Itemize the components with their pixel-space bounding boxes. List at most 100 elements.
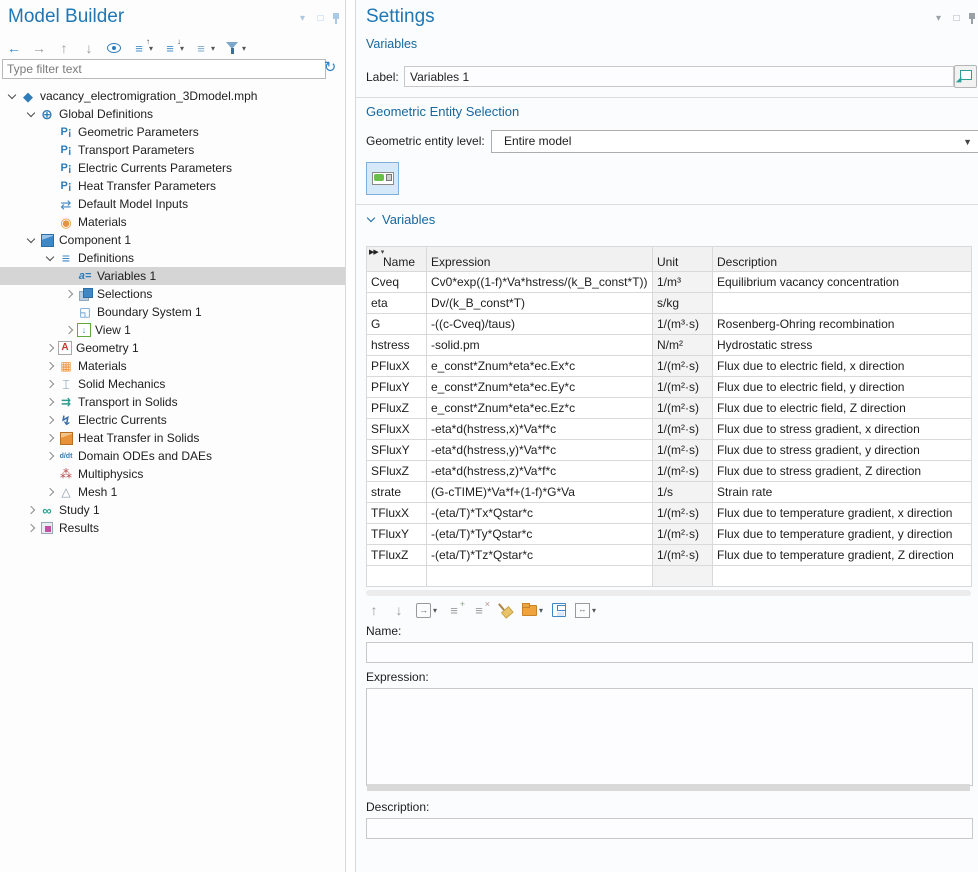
collapse-all-button[interactable]: ≡▾	[131, 40, 153, 56]
cell-name[interactable]: SFluxZ	[367, 461, 427, 482]
cell-expression[interactable]: (G-cTIME)*Va*f+(1-f)*G*Va	[427, 482, 653, 503]
tree-item-component-1[interactable]: Component 1	[0, 231, 345, 249]
column-header-expression[interactable]: Expression	[427, 247, 653, 272]
refresh-icon[interactable]: ↻	[321, 58, 339, 76]
chevron-expanded-icon[interactable]	[25, 234, 38, 247]
chevron-collapsed-icon[interactable]	[44, 396, 57, 409]
cell-unit[interactable]: 1/(m²·s)	[653, 524, 713, 545]
cell-expression[interactable]: -(eta/T)*Tx*Qstar*c	[427, 503, 653, 524]
cell-description[interactable]: Flux due to temperature gradient, x dire…	[713, 503, 972, 524]
tree-item-selections[interactable]: Selections	[0, 285, 345, 303]
cell-description[interactable]: Equilibrium vacancy concentration	[713, 272, 972, 293]
move-down-button[interactable]: ↓	[81, 40, 97, 56]
tree-item-heat-transfer-parameters[interactable]: P¡Heat Transfer Parameters	[0, 177, 345, 195]
chevron-collapsed-icon[interactable]	[25, 522, 38, 535]
cell-unit[interactable]: 1/(m³·s)	[653, 314, 713, 335]
dropdown-caret-icon[interactable]: ▾	[539, 606, 543, 615]
cell-expression[interactable]: -(eta/T)*Ty*Qstar*c	[427, 524, 653, 545]
cell-name[interactable]: TFluxY	[367, 524, 427, 545]
cell-description[interactable]: Flux due to temperature gradient, y dire…	[713, 524, 972, 545]
cell-unit[interactable]: 1/s	[653, 482, 713, 503]
cell-name[interactable]: SFluxX	[367, 419, 427, 440]
chevron-expanded-icon[interactable]	[25, 108, 38, 121]
expression-horizontal-scrollbar[interactable]	[367, 784, 970, 791]
cell-unit[interactable]: 1/(m²·s)	[653, 461, 713, 482]
float-panel-icon[interactable]: □	[949, 11, 964, 25]
dropdown-caret-icon[interactable]: ▾	[211, 44, 215, 53]
cell-unit[interactable]: 1/(m²·s)	[653, 440, 713, 461]
tree-item-transport-in-solids[interactable]: ⇉Transport in Solids	[0, 393, 345, 411]
chevron-collapsed-icon[interactable]	[44, 342, 57, 355]
panel-menu-caret-icon[interactable]: ▾	[931, 11, 946, 25]
variables-section-header[interactable]: Variables	[366, 212, 435, 227]
chevron-collapsed-icon[interactable]	[63, 288, 76, 301]
forward-button[interactable]: →	[31, 40, 47, 56]
tree-filter-input[interactable]	[2, 59, 326, 79]
label-input[interactable]	[404, 66, 954, 87]
tree-item-materials[interactable]: ▦Materials	[0, 357, 345, 375]
tree-item-study-1[interactable]: ∞Study 1	[0, 501, 345, 519]
cell-expression[interactable]: -eta*d(hstress,y)*Va*f*c	[427, 440, 653, 461]
chevron-collapsed-icon[interactable]	[44, 414, 57, 427]
cell-expression[interactable]: -eta*d(hstress,x)*Va*f*c	[427, 419, 653, 440]
dropdown-caret-icon[interactable]: ▾	[242, 44, 246, 53]
cell-unit[interactable]: 1/(m²·s)	[653, 503, 713, 524]
cell-expression[interactable]: Cv0*exp((1-f)*Va*hstress/(k_B_const*T))	[427, 272, 653, 293]
tree-item-multiphysics[interactable]: ⁂Multiphysics	[0, 465, 345, 483]
float-panel-icon[interactable]: □	[313, 11, 328, 25]
cell-description[interactable]: Flux due to stress gradient, x direction	[713, 419, 972, 440]
cell-name[interactable]: PFluxX	[367, 356, 427, 377]
cell-name[interactable]: PFluxY	[367, 377, 427, 398]
show-button[interactable]	[106, 40, 122, 56]
table-horizontal-scrollbar[interactable]	[366, 590, 971, 596]
cell-description[interactable]	[713, 566, 972, 587]
cell-unit[interactable]: N/m²	[653, 335, 713, 356]
column-header-name[interactable]: ▶▶▾Name	[367, 247, 427, 272]
table-settings-button[interactable]: ↔▾	[575, 603, 596, 618]
cell-description[interactable]: Flux due to stress gradient, Z direction	[713, 461, 972, 482]
tree-item-default-model-inputs[interactable]: ⇄Default Model Inputs	[0, 195, 345, 213]
node-text-button[interactable]: ≡▾	[193, 40, 215, 56]
expression-textarea[interactable]	[366, 688, 973, 786]
cell-unit[interactable]: s/kg	[653, 293, 713, 314]
cell-name[interactable]: TFluxX	[367, 503, 427, 524]
cell-expression[interactable]	[427, 566, 653, 587]
cell-name[interactable]: hstress	[367, 335, 427, 356]
chevron-collapsed-icon[interactable]	[44, 486, 57, 499]
cell-expression[interactable]: -(eta/T)*Tz*Qstar*c	[427, 545, 653, 566]
cell-description[interactable]: Flux due to temperature gradient, Z dire…	[713, 545, 972, 566]
chevron-collapsed-icon[interactable]	[44, 450, 57, 463]
cell-description[interactable]: Flux due to stress gradient, y direction	[713, 440, 972, 461]
cell-expression[interactable]: -solid.pm	[427, 335, 653, 356]
tree-item-materials[interactable]: ◉Materials	[0, 213, 345, 231]
cell-description[interactable]: Flux due to electric field, y direction	[713, 377, 972, 398]
active-selection-toggle-button[interactable]	[366, 162, 399, 195]
cell-description[interactable]: Strain rate	[713, 482, 972, 503]
geometric-entity-selection-header[interactable]: Geometric Entity Selection	[366, 104, 519, 119]
pin-panel-icon[interactable]	[331, 12, 341, 25]
cell-unit[interactable]: 1/m³	[653, 272, 713, 293]
cell-unit[interactable]: 1/(m²·s)	[653, 398, 713, 419]
cell-expression[interactable]: Dv/(k_B_const*T)	[427, 293, 653, 314]
cell-name[interactable]	[367, 566, 427, 587]
tmove-up-button[interactable]: ↑	[366, 602, 382, 618]
cell-expression[interactable]: -eta*d(hstress,z)*Va*f*c	[427, 461, 653, 482]
cell-name[interactable]: Cveq	[367, 272, 427, 293]
geometric-entity-level-select[interactable]: Entire model ▼	[491, 130, 978, 153]
cell-name[interactable]: TFluxZ	[367, 545, 427, 566]
chevron-expanded-icon[interactable]	[44, 252, 57, 265]
description-input[interactable]	[366, 818, 973, 839]
delete-row-button[interactable]: ≡	[471, 602, 487, 618]
cell-unit[interactable]	[653, 566, 713, 587]
settings-subtitle[interactable]: Variables	[366, 37, 417, 51]
chevron-collapsed-icon[interactable]	[44, 360, 57, 373]
cell-name[interactable]: PFluxZ	[367, 398, 427, 419]
cell-description[interactable]: Flux due to electric field, x direction	[713, 356, 972, 377]
cell-description[interactable]: Rosenberg-Ohring recombination	[713, 314, 972, 335]
tree-item-mesh-1[interactable]: △Mesh 1	[0, 483, 345, 501]
tree-item-definitions[interactable]: ≡Definitions	[0, 249, 345, 267]
cell-expression[interactable]: e_const*Znum*eta*ec.Ez*c	[427, 398, 653, 419]
cell-description[interactable]	[713, 293, 972, 314]
tree-item-geometry-1[interactable]: AGeometry 1	[0, 339, 345, 357]
name-input[interactable]	[366, 642, 973, 663]
